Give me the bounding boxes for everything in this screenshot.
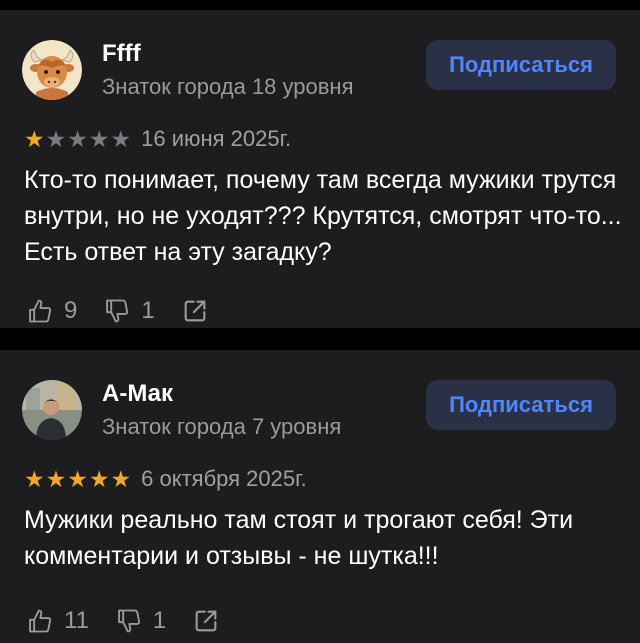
star-filled-icon: ★ — [45, 466, 67, 492]
dislike-button[interactable]: 1 — [103, 297, 155, 325]
author-name[interactable]: Ffff — [102, 40, 141, 68]
rating-row: ★ ★ ★ ★ ★ 16 июня 2025г. — [24, 126, 291, 152]
review-card: А-Мак Знаток города 7 уровня Подписаться… — [0, 350, 640, 643]
avatar[interactable] — [22, 40, 82, 100]
review-text: Мужики реально там стоят и трогают себя!… — [24, 506, 574, 570]
dislike-button[interactable]: 1 — [115, 607, 166, 635]
like-button[interactable]: 9 — [26, 297, 77, 325]
share-button[interactable] — [181, 297, 209, 325]
share-icon — [195, 610, 217, 632]
star-empty-icon: ★ — [88, 126, 110, 152]
author-level: Знаток города 7 уровня — [102, 414, 342, 439]
review-text: Кто-то понимает, почему там всегда мужик… — [24, 166, 622, 266]
rating-row: ★ ★ ★ ★ ★ 6 октября 2025г. — [24, 466, 307, 492]
star-empty-icon: ★ — [110, 126, 132, 152]
like-count: 9 — [64, 297, 78, 324]
thumbs-down-icon — [118, 609, 140, 633]
person-avatar-icon — [22, 380, 82, 440]
star-rating: ★ ★ ★ ★ ★ — [24, 466, 131, 492]
review-date: 6 октября 2025г. — [141, 466, 307, 491]
like-count: 11 — [64, 607, 89, 634]
subscribe-button[interactable]: Подписаться — [426, 40, 616, 90]
subscribe-button[interactable]: Подписаться — [426, 380, 616, 430]
star-filled-icon: ★ — [88, 466, 110, 492]
thumbs-up-icon — [29, 299, 52, 323]
review-date: 16 июня 2025г. — [141, 126, 292, 151]
thumbs-down-icon — [106, 299, 129, 323]
star-filled-icon: ★ — [24, 466, 45, 492]
yak-avatar-icon — [22, 40, 82, 100]
review-actions: 11 1 — [26, 606, 246, 636]
avatar[interactable] — [22, 380, 82, 440]
dislike-count: 1 — [141, 297, 155, 324]
share-button[interactable] — [192, 607, 220, 635]
star-rating: ★ ★ ★ ★ ★ — [24, 126, 131, 152]
review-actions: 9 1 — [26, 296, 235, 326]
thumbs-up-icon — [29, 609, 52, 633]
star-filled-icon: ★ — [24, 126, 45, 152]
star-filled-icon: ★ — [67, 466, 88, 492]
review-card: Ffff Знаток города 18 уровня Подписаться… — [0, 10, 640, 328]
author-name[interactable]: А-Мак — [102, 380, 173, 408]
star-filled-icon: ★ — [110, 466, 132, 492]
star-empty-icon: ★ — [45, 126, 67, 152]
author-level: Знаток города 18 уровня — [102, 74, 354, 99]
star-empty-icon: ★ — [67, 126, 88, 152]
share-icon — [184, 300, 206, 322]
dislike-count: 1 — [152, 607, 167, 634]
like-button[interactable]: 11 — [26, 607, 89, 635]
